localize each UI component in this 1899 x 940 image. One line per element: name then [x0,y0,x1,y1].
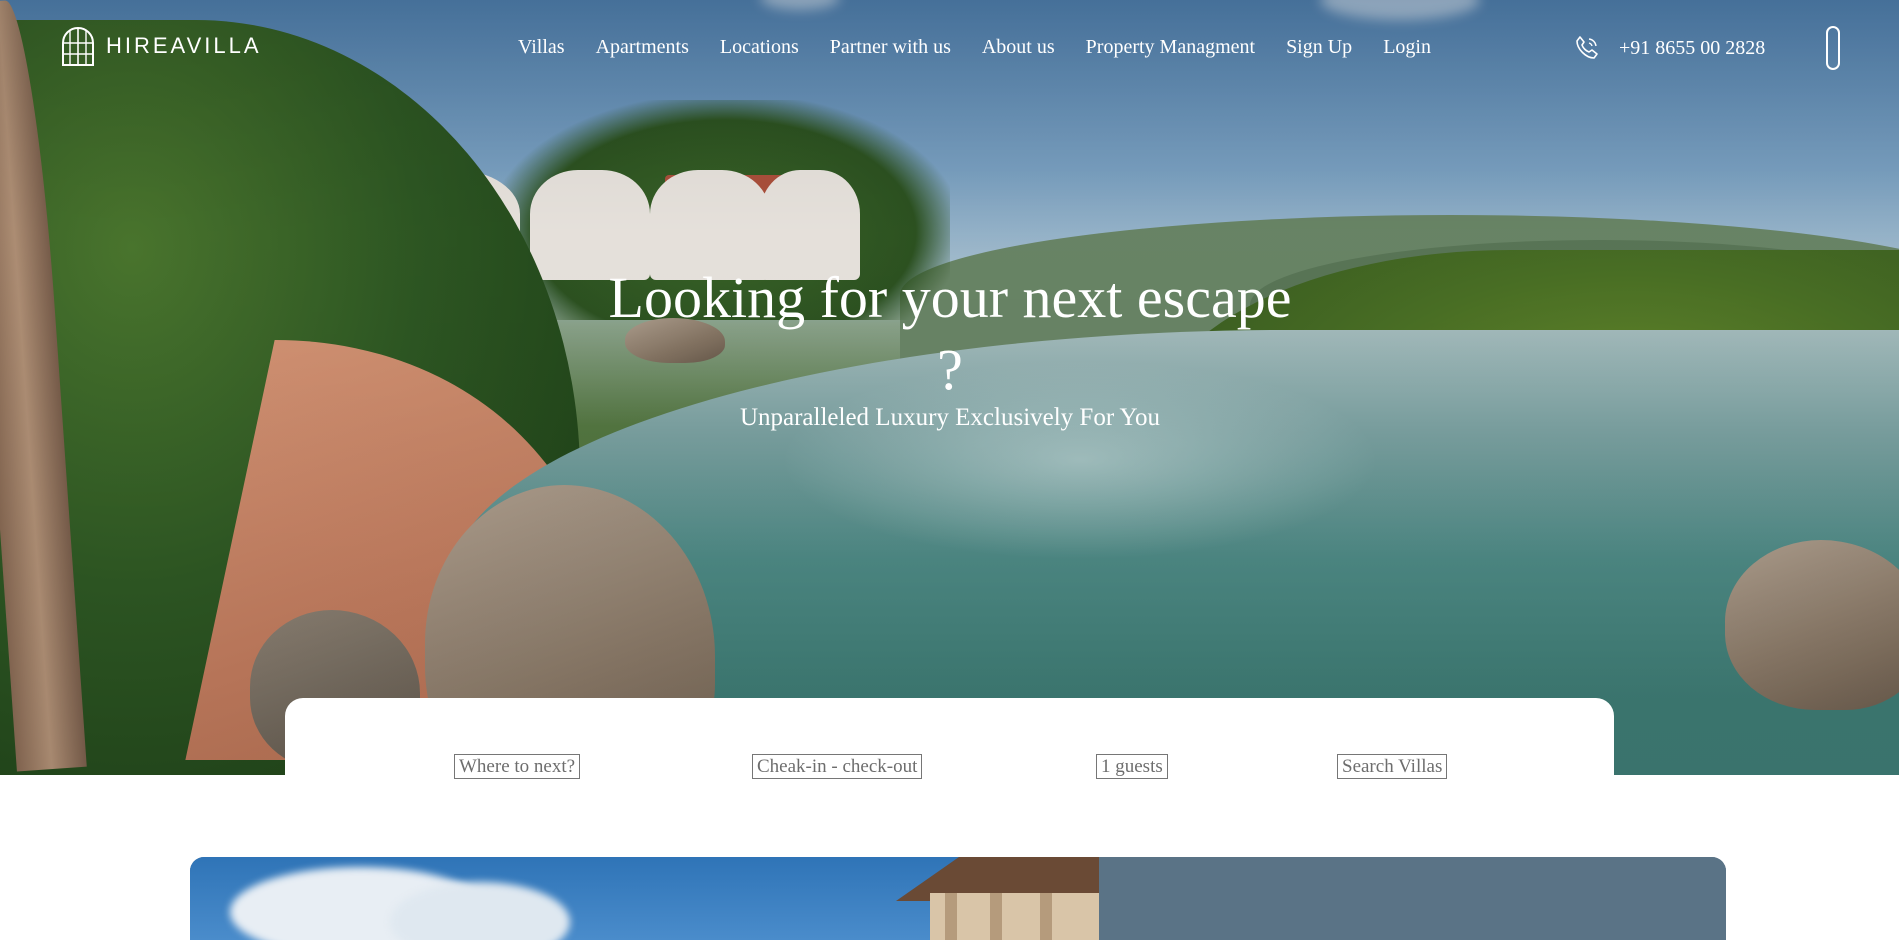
top-navigation: HIREAVILLA Villas Apartments Locations P… [0,0,1899,95]
nav-link-property-management[interactable]: Property Managment [1086,36,1255,59]
villa-column [945,893,957,940]
villa-column [1040,893,1052,940]
guests-selector[interactable]: 1 guests [1096,754,1168,779]
brand-logo[interactable]: HIREAVILLA [60,26,262,66]
brand-name: HIREAVILLA [106,33,262,58]
featured-villa-card [190,857,1726,940]
main-menu: Villas Apartments Locations Partner with… [518,36,1431,59]
hero-subtitle: Unparalleled Luxury Exclusively For You [739,404,1161,431]
destination-input[interactable]: Where to next? [454,754,581,779]
menu-toggle-icon[interactable] [1826,26,1840,70]
nav-link-villas[interactable]: Villas [518,36,565,59]
arched-window-icon [62,27,94,66]
nav-link-login[interactable]: Login [1383,36,1431,59]
search-villas-button[interactable]: Search Villas [1337,754,1448,779]
nav-link-sign-up[interactable]: Sign Up [1286,36,1352,59]
phone-icon [1576,36,1598,59]
villa-column [990,893,1002,940]
phone-number: +91 8655 00 2828 [1619,36,1766,59]
nav-link-apartments[interactable]: Apartments [596,36,689,59]
phone-contact[interactable]: +91 8655 00 2828 [1573,34,1765,62]
featured-villa-panel [1099,857,1726,940]
featured-villa-image [190,857,1106,940]
hero-title: Looking for your next escape ? [608,265,1292,402]
nav-link-locations[interactable]: Locations [720,36,799,59]
date-range-input[interactable]: Cheak-in - check-out [752,754,923,779]
nav-link-about[interactable]: About us [982,36,1055,59]
nav-link-partner[interactable]: Partner with us [830,36,951,59]
